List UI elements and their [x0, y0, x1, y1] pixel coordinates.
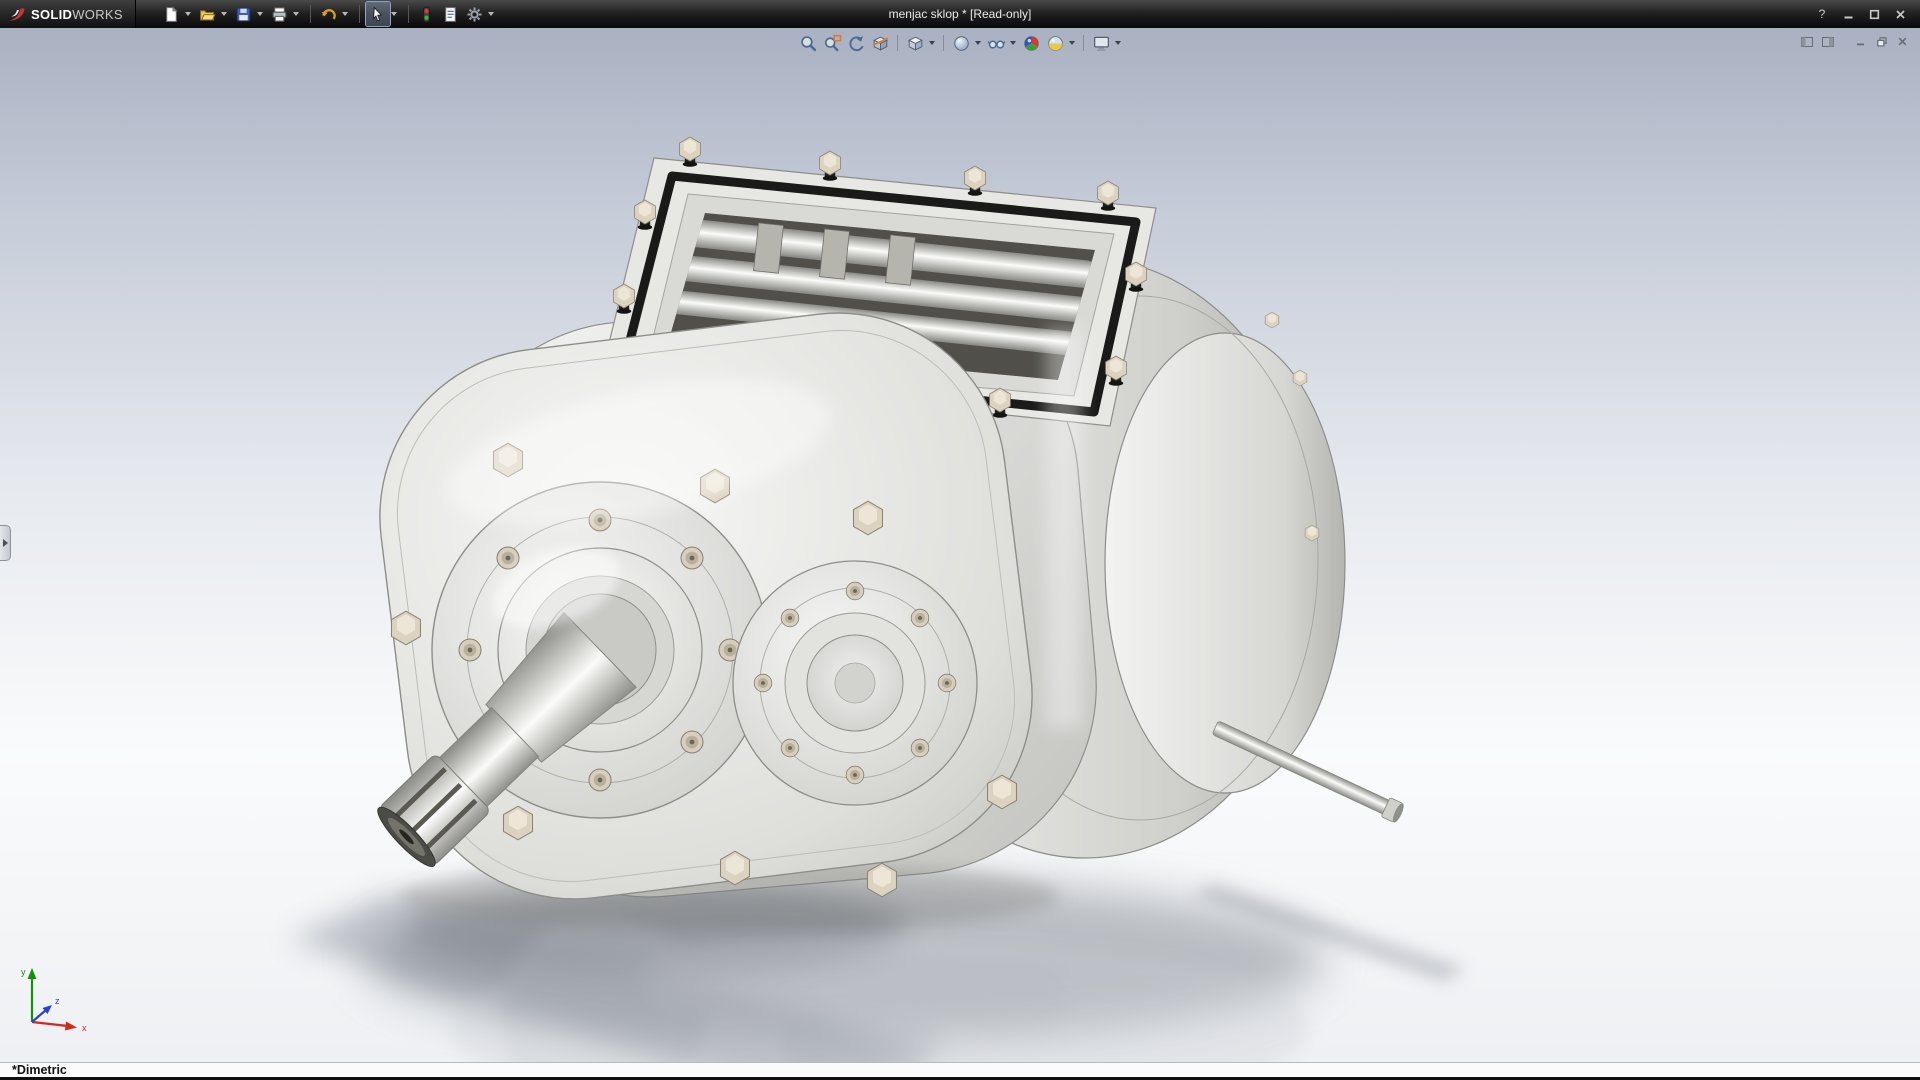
select-button[interactable]	[366, 2, 390, 26]
zoom-to-fit-button[interactable]	[797, 32, 819, 54]
flange-right[interactable]	[733, 561, 977, 805]
hide-show-items-button[interactable]	[985, 32, 1007, 54]
triad-z-label: z	[55, 996, 60, 1006]
print-dropdown-caret[interactable]	[293, 12, 299, 16]
gearbox-3d-scene[interactable]	[0, 28, 1920, 1062]
new-document-icon	[163, 6, 180, 23]
toolbar-separator	[408, 5, 409, 23]
child-window-buttons	[1853, 34, 1910, 49]
section-view-icon	[871, 34, 890, 53]
save-icon	[235, 6, 252, 23]
options-dropdown-caret[interactable]	[488, 12, 494, 16]
select-dropdown-caret[interactable]	[391, 12, 397, 16]
undo-button[interactable]	[317, 2, 341, 26]
new-dropdown-caret[interactable]	[185, 12, 191, 16]
help-icon[interactable]: ?	[1810, 4, 1834, 24]
headsup-separator	[943, 35, 944, 51]
edit-appearance-icon	[1022, 34, 1041, 53]
graphics-area[interactable]: y x z	[0, 28, 1920, 1062]
previous-view-icon	[847, 34, 866, 53]
zoom-to-area-button[interactable]	[821, 32, 843, 54]
view-settings-icon	[1092, 34, 1111, 53]
view-orientation-icon	[906, 34, 925, 53]
print-icon	[271, 6, 288, 23]
select-cursor-icon	[369, 6, 386, 23]
zoom-to-area-icon	[823, 34, 842, 53]
open-button[interactable]	[196, 2, 220, 26]
file-properties-button[interactable]	[439, 2, 463, 26]
display-style-icon	[952, 34, 971, 53]
close-icon[interactable]	[1895, 34, 1910, 49]
view-settings-button[interactable]	[1090, 32, 1112, 54]
apply-scene-caret[interactable]	[1069, 41, 1075, 45]
open-icon	[199, 6, 216, 23]
minimize-icon[interactable]	[1853, 34, 1868, 49]
ds-logo-icon	[8, 7, 26, 22]
view-orientation-label: *Dimetric	[12, 1063, 67, 1077]
feature-manager-splitter-tab[interactable]	[0, 525, 11, 561]
view-orientation-caret[interactable]	[929, 41, 935, 45]
print-button[interactable]	[268, 2, 292, 26]
pane-right-icon[interactable]	[1820, 34, 1835, 49]
rebuild-button[interactable]	[415, 2, 439, 26]
view-settings-caret[interactable]	[1115, 41, 1121, 45]
edit-appearance-button[interactable]	[1020, 32, 1042, 54]
document-title: menjac sklop * [Read-only]	[889, 7, 1032, 21]
headsup-separator	[897, 35, 898, 51]
zoom-to-fit-icon	[799, 34, 818, 53]
apply-scene-icon	[1046, 34, 1065, 53]
display-style-caret[interactable]	[975, 41, 981, 45]
hide-show-items-icon	[987, 34, 1006, 53]
minimize-icon[interactable]	[1836, 4, 1860, 24]
reference-triad: y x z	[14, 962, 98, 1038]
headsup-view-toolbar	[797, 32, 1123, 54]
view-orientation-button[interactable]	[904, 32, 926, 54]
hide-show-items-caret[interactable]	[1010, 41, 1016, 45]
rebuild-icon	[418, 6, 435, 23]
file-properties-icon	[442, 6, 459, 23]
undo-dropdown-caret[interactable]	[342, 12, 348, 16]
maximize-icon[interactable]	[1862, 4, 1886, 24]
display-style-button[interactable]	[950, 32, 972, 54]
window-controls: ?	[1810, 4, 1920, 24]
app-brand: SOLIDWORKS	[0, 0, 136, 28]
brand-name: SOLIDWORKS	[31, 7, 123, 22]
toolbar-separator	[359, 5, 360, 23]
options-button[interactable]	[463, 2, 487, 26]
close-icon[interactable]	[1888, 4, 1912, 24]
standard-toolbar	[160, 2, 499, 26]
save-dropdown-caret[interactable]	[257, 12, 263, 16]
previous-view-button[interactable]	[845, 32, 867, 54]
apply-scene-button[interactable]	[1044, 32, 1066, 54]
triad-x-label: x	[82, 1023, 87, 1033]
pane-left-icon[interactable]	[1799, 34, 1814, 49]
toolbar-separator	[310, 5, 311, 23]
titlebar: SOLIDWORKS	[0, 0, 1920, 28]
save-button[interactable]	[232, 2, 256, 26]
expand-panel-arrow-icon	[3, 539, 8, 547]
new-document-button[interactable]	[160, 2, 184, 26]
restore-icon[interactable]	[1874, 34, 1889, 49]
open-dropdown-caret[interactable]	[221, 12, 227, 16]
headsup-separator	[1083, 35, 1084, 51]
gearbox-model[interactable]	[361, 137, 1406, 932]
triad-y-label: y	[21, 967, 26, 977]
options-icon	[466, 6, 483, 23]
statusbar: *Dimetric	[0, 1062, 1920, 1080]
undo-icon	[320, 6, 337, 23]
document-window-controls	[1799, 34, 1910, 49]
section-view-button[interactable]	[869, 32, 891, 54]
